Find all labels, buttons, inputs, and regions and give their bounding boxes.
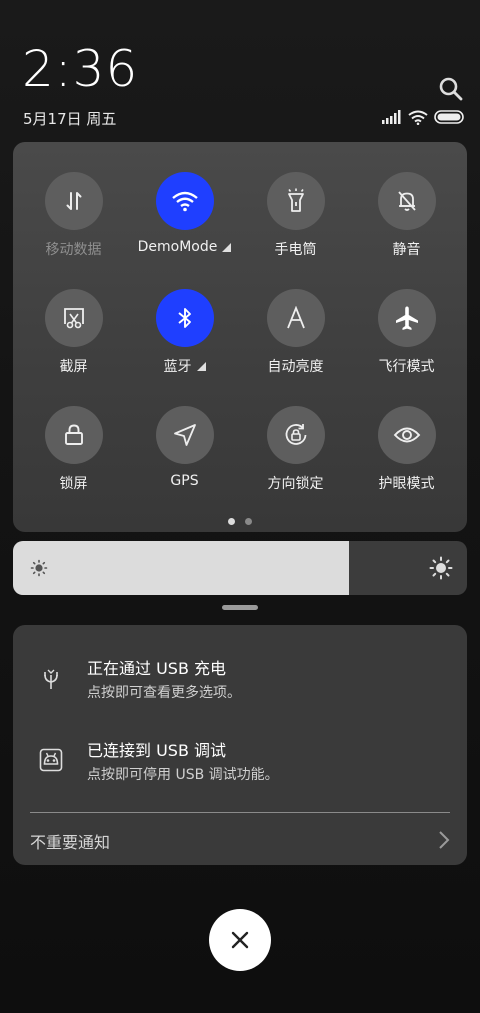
tile-label: 锁屏 [60, 473, 88, 493]
clear-all-button[interactable] [209, 909, 271, 971]
notification-title: 已连接到 USB 调试 [87, 741, 227, 760]
mute-toggle[interactable] [377, 172, 436, 230]
tile-label-text: 静音 [392, 242, 421, 258]
drag-handle[interactable] [222, 605, 258, 610]
notification-subtitle: 点按即可停用 USB 调试功能。 [87, 767, 279, 783]
tile-auto-brightness[interactable]: 自动亮度 [240, 289, 351, 376]
clock: 2:36 [22, 40, 139, 98]
usb-charging-icon [38, 667, 64, 693]
airplane-toggle[interactable] [377, 289, 436, 347]
notification-title: 正在通过 USB 充电 [87, 659, 227, 678]
screenshot-icon [61, 306, 87, 330]
tile-label: 蓝牙 [164, 356, 206, 376]
tile-label-text: 护眼模式 [378, 476, 435, 492]
tile-label-text: 移动数据 [45, 242, 102, 258]
quick-settings-panel: 移动数据 DemoMode 手电筒 静音截屏 蓝牙 自动亮度 飞行模式锁屏 GPS 方向锁定 护眼… [13, 142, 467, 532]
notification-panel: 正在通过 USB 充电 点按即可查看更多选项。 已连接到 USB 调试 点按即可… [13, 625, 467, 865]
rotation-lock-icon [283, 422, 309, 448]
minor-notifications-label[interactable]: 不重要通知 [30, 829, 110, 853]
tile-label-text: 手电筒 [274, 242, 317, 258]
tile-label: 护眼模式 [379, 473, 435, 493]
brightness-fill [13, 541, 349, 595]
eye-icon [393, 425, 421, 445]
page-dot-1 [228, 518, 235, 525]
tile-lock-screen[interactable]: 锁屏 [18, 406, 129, 493]
tile-label-text: 飞行模式 [378, 359, 435, 375]
tile-label: 飞行模式 [379, 356, 435, 376]
tile-label: 静音 [393, 239, 421, 259]
lock-screen-toggle[interactable] [44, 406, 103, 464]
date: 5月17日 周五 [23, 110, 117, 128]
auto-brightness-toggle[interactable] [266, 289, 325, 347]
search-icon [439, 77, 463, 101]
tile-label: 手电筒 [275, 239, 317, 259]
bell-off-icon [395, 189, 419, 213]
expand-caret-icon[interactable] [222, 242, 232, 252]
android-debug-icon [38, 747, 64, 773]
tile-label: 移动数据 [46, 239, 102, 259]
battery-icon [434, 110, 464, 124]
tile-wifi[interactable]: DemoMode [129, 172, 240, 255]
tile-label-text: 锁屏 [59, 476, 88, 492]
page-indicator [13, 518, 467, 525]
tile-label-text: GPS [170, 473, 199, 489]
lock-icon [63, 423, 85, 447]
rotation-lock-toggle[interactable] [266, 406, 325, 464]
flashlight-toggle[interactable] [266, 172, 325, 230]
divider [30, 812, 450, 813]
tile-label: 截屏 [60, 356, 88, 376]
page-dot-2 [245, 518, 252, 525]
tile-label-text: 自动亮度 [267, 359, 324, 375]
airplane-icon [394, 305, 420, 331]
tile-eye-care[interactable]: 护眼模式 [351, 406, 462, 493]
auto-brightness-icon [284, 306, 308, 330]
gps-toggle[interactable] [155, 406, 214, 464]
notification-usb-charging[interactable]: 正在通过 USB 充电 点按即可查看更多选项。 [13, 625, 467, 705]
tile-label-text: 蓝牙 [163, 359, 192, 375]
status-icons [382, 108, 464, 126]
expand-caret-icon[interactable] [196, 361, 206, 371]
chevron-right-icon[interactable] [437, 830, 451, 850]
bluetooth-icon [176, 306, 194, 330]
eye-care-toggle[interactable] [377, 406, 436, 464]
brightness-slider[interactable] [13, 541, 467, 595]
tile-label: 方向锁定 [268, 473, 324, 493]
tile-label-text: 截屏 [59, 359, 88, 375]
notification-usb-debugging[interactable]: 已连接到 USB 调试 点按即可停用 USB 调试功能。 [13, 707, 467, 787]
bluetooth-toggle[interactable] [155, 289, 214, 347]
wifi-toggle[interactable] [155, 172, 214, 230]
tile-label-text: DemoMode [137, 239, 218, 255]
tile-label: GPS [170, 473, 198, 489]
mobile-data-icon [62, 189, 86, 213]
mobile-data-toggle[interactable] [44, 172, 103, 230]
gps-icon [173, 423, 197, 447]
tile-label: 自动亮度 [268, 356, 324, 376]
search-button[interactable] [438, 76, 464, 102]
tile-screenshot[interactable]: 截屏 [18, 289, 129, 376]
tile-rotation-lock[interactable]: 方向锁定 [240, 406, 351, 493]
tile-mobile-data[interactable]: 移动数据 [18, 172, 129, 259]
brightness-low-icon [30, 559, 48, 577]
screenshot-toggle[interactable] [44, 289, 103, 347]
brightness-high-icon [429, 556, 453, 580]
flashlight-icon [285, 188, 307, 214]
signal-icon [382, 110, 401, 124]
tile-mute[interactable]: 静音 [351, 172, 462, 259]
tile-flashlight[interactable]: 手电筒 [240, 172, 351, 259]
tile-label-text: 方向锁定 [267, 476, 324, 492]
close-icon [231, 931, 249, 949]
tile-gps[interactable]: GPS [129, 406, 240, 489]
tile-label: DemoMode [138, 239, 232, 255]
tile-bluetooth[interactable]: 蓝牙 [129, 289, 240, 376]
notification-subtitle: 点按即可查看更多选项。 [87, 685, 241, 701]
tile-airplane[interactable]: 飞行模式 [351, 289, 462, 376]
wifi-status-icon [408, 110, 428, 125]
wifi-icon [171, 190, 199, 212]
